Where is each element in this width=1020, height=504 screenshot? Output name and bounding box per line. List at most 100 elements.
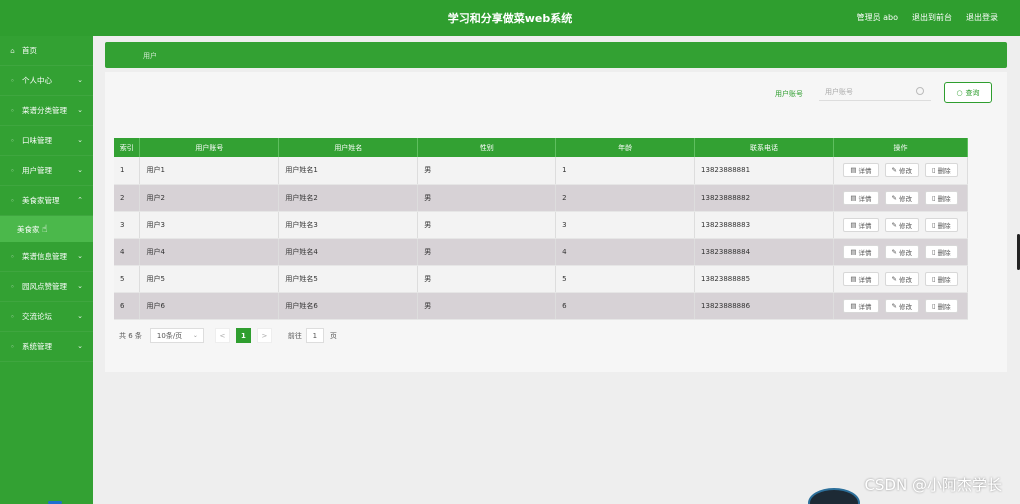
- sidebar-item-label: 交流论坛: [22, 312, 52, 321]
- breadcrumb: 用户: [105, 42, 1007, 68]
- home-icon: ⌂: [10, 46, 15, 55]
- sidebar-item-label: 菜谱分类管理: [22, 106, 67, 115]
- page-number-current[interactable]: 1: [235, 328, 251, 343]
- delete-button[interactable]: ▯ 删除: [925, 244, 958, 259]
- sidebar-item-label: 个人中心: [22, 76, 52, 85]
- edit-button[interactable]: ✎ 修改: [884, 190, 919, 205]
- search-input[interactable]: [819, 83, 931, 101]
- cell-account: 用户5: [139, 265, 280, 293]
- cell-gender: 男: [417, 265, 557, 293]
- cell-age: 2: [555, 184, 696, 212]
- sidebar-item-label: 园风点赞管理: [22, 282, 67, 291]
- sidebar-item-recipe-category[interactable]: ◦ 菜谱分类管理 ⌄: [0, 96, 93, 126]
- pencil-icon: ✎: [891, 166, 897, 175]
- main-content: 用户 用户账号 ○ 查询 索引 用户账号 用户姓名 性别 年龄 联系电话 操作 …: [93, 36, 1020, 504]
- detail-button[interactable]: ▤ 详情: [843, 244, 879, 259]
- cell-gender: 男: [417, 157, 557, 185]
- trash-icon: ▯: [932, 193, 936, 202]
- cell-index: 2: [114, 184, 141, 212]
- cell-actions: ▤ 详情 ✎ 修改 ▯ 删除: [833, 265, 969, 293]
- pencil-icon: ✎: [891, 193, 897, 202]
- sidebar-item-home[interactable]: ⌂ 首页: [0, 36, 93, 66]
- sidebar-item-label: 菜谱信息管理: [22, 252, 67, 261]
- edit-label: 修改: [899, 275, 912, 284]
- detail-label: 详情: [858, 275, 872, 284]
- sidebar-item-users[interactable]: ◦ 用户管理 ⌄: [0, 156, 93, 186]
- edit-button[interactable]: ✎ 修改: [884, 271, 919, 286]
- like-icon: ◦: [10, 282, 15, 291]
- detail-button[interactable]: ▤ 详情: [843, 190, 879, 205]
- cell-index: 4: [114, 238, 141, 266]
- sidebar-item-personal[interactable]: ◦ 个人中心 ⌄: [0, 66, 93, 96]
- detail-label: 详情: [858, 302, 872, 311]
- sidebar-item-gourmet[interactable]: ◦ 美食家管理 ⌃: [0, 186, 93, 216]
- edit-button[interactable]: ✎ 修改: [884, 244, 919, 259]
- search-icon: [916, 87, 924, 95]
- delete-button[interactable]: ▯ 删除: [925, 298, 958, 313]
- goto-suffix: 页: [329, 331, 337, 340]
- delete-button[interactable]: ▯ 删除: [925, 271, 958, 286]
- chevron-down-icon: ⌄: [77, 282, 83, 290]
- edit-button[interactable]: ✎ 修改: [884, 298, 919, 313]
- cell-actions: ▤ 详情 ✎ 修改 ▯ 删除: [833, 184, 969, 212]
- sidebar-item-flavor[interactable]: ◦ 口味管理 ⌄: [0, 126, 93, 156]
- page-size-select[interactable]: 10条/页 ⌄: [149, 328, 204, 343]
- trash-icon: ▯: [932, 247, 936, 256]
- search-button[interactable]: ○ 查询: [944, 82, 992, 103]
- cell-age: 4: [555, 238, 696, 266]
- column-header: 年龄: [555, 138, 696, 157]
- gear-icon: ◦: [10, 342, 15, 351]
- cell-name: 用户姓名6: [278, 292, 419, 320]
- document-icon: ▤: [850, 193, 857, 202]
- gourmet-icon: ◦: [10, 196, 15, 205]
- cell-phone: 13823888883: [694, 211, 834, 239]
- prev-page-button[interactable]: <: [214, 328, 230, 343]
- sidebar-item-forum[interactable]: ◦ 交流论坛 ⌄: [0, 302, 93, 332]
- cell-account: 用户4: [139, 238, 280, 266]
- next-page-button[interactable]: >: [256, 328, 272, 343]
- table-row: 5 用户5 用户姓名5 男 5 13823888885 ▤ 详情 ✎ 修改 ▯ 删除: [114, 265, 969, 293]
- sidebar-item-recipe-info[interactable]: ◦ 菜谱信息管理 ⌄: [0, 242, 93, 272]
- table-row: 2 用户2 用户姓名2 男 2 13823888882 ▤ 详情 ✎ 修改 ▯ 删除: [114, 184, 969, 212]
- cell-actions: ▤ 详情 ✎ 修改 ▯ 删除: [833, 292, 969, 320]
- sidebar-item-likes[interactable]: ◦ 园风点赞管理 ⌄: [0, 272, 93, 302]
- cell-gender: 男: [417, 211, 557, 239]
- cell-name: 用户姓名1: [278, 157, 419, 185]
- cell-account: 用户6: [139, 292, 280, 320]
- sidebar-item-system[interactable]: ◦ 系统管理 ⌄: [0, 332, 93, 362]
- recipe-icon: ◦: [10, 252, 15, 261]
- delete-label: 删除: [937, 302, 951, 311]
- document-icon: ▤: [850, 247, 857, 256]
- detail-button[interactable]: ▤ 详情: [843, 163, 879, 178]
- detail-label: 详情: [858, 248, 872, 257]
- edit-button[interactable]: ✎ 修改: [884, 163, 919, 178]
- pagination: 共 6 条 10条/页 ⌄ < 1 > 前往 1 页: [119, 328, 337, 343]
- cell-name: 用户姓名2: [278, 184, 419, 212]
- detail-label: 详情: [858, 194, 872, 203]
- detail-button[interactable]: ▤ 详情: [843, 271, 879, 286]
- users-icon: ◦: [10, 166, 15, 175]
- page-size-value: 10条/页: [156, 331, 183, 340]
- search-button-label: 查询: [965, 88, 980, 97]
- edit-label: 修改: [899, 248, 912, 257]
- delete-label: 删除: [937, 167, 951, 176]
- pencil-icon: ✎: [891, 301, 897, 310]
- delete-button[interactable]: ▯ 删除: [925, 190, 958, 205]
- delete-button[interactable]: ▯ 删除: [925, 217, 958, 232]
- forum-icon: ◦: [10, 312, 15, 321]
- cell-index: 5: [114, 265, 141, 293]
- edit-button[interactable]: ✎ 修改: [884, 217, 919, 232]
- detail-button[interactable]: ▤ 详情: [843, 217, 879, 232]
- goto-page-input[interactable]: 1: [305, 328, 324, 343]
- cell-phone: 13823888884: [694, 238, 834, 266]
- sidebar: ⌂ 首页 ◦ 个人中心 ⌄ ◦ 菜谱分类管理 ⌄ ◦ 口味管理 ⌄ ◦ 用户管理…: [0, 36, 93, 504]
- delete-button[interactable]: ▯ 删除: [925, 163, 958, 178]
- logout-link[interactable]: 退出登录: [966, 12, 998, 23]
- back-to-front-link[interactable]: 退出到前台: [912, 12, 952, 23]
- chevron-down-icon: ⌄: [77, 166, 83, 174]
- search-icon: ○: [956, 88, 963, 97]
- edit-label: 修改: [899, 167, 912, 176]
- sidebar-subitem-gourmet[interactable]: 美食家 ☝: [0, 216, 93, 242]
- detail-button[interactable]: ▤ 详情: [843, 298, 879, 313]
- chevron-down-icon: ⌄: [77, 136, 83, 144]
